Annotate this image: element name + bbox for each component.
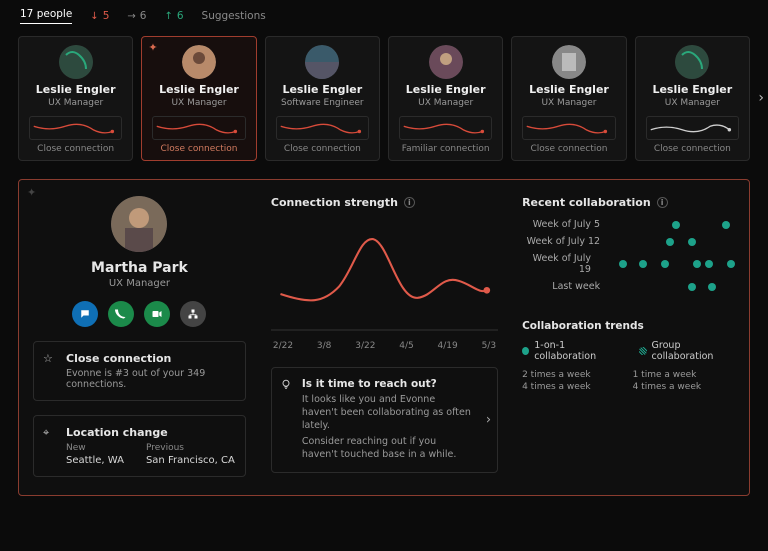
org-button[interactable] [180, 301, 206, 327]
avatar [305, 45, 339, 79]
person-name: Leslie Engler [642, 83, 743, 96]
trends-heading: Collaboration trends [522, 320, 735, 332]
person-card[interactable]: Leslie Engler UX Manager Familiar connec… [388, 36, 503, 161]
avatar [59, 45, 93, 79]
tip-title: Is it time to reach out? [302, 378, 473, 390]
info-icon[interactable]: i [404, 197, 415, 208]
person-role: Software Engineer [272, 98, 373, 108]
person-name: Leslie Engler [272, 83, 373, 96]
sparkline [29, 116, 122, 140]
person-card[interactable]: Leslie Engler Software Engineer Close co… [265, 36, 380, 161]
sparkline [399, 116, 492, 140]
recent-heading: Recent collaboration i [522, 196, 735, 209]
sparkline [646, 116, 739, 140]
tab-declining[interactable]: ↓5 [90, 10, 109, 22]
next-arrow[interactable]: › [758, 90, 764, 106]
legend-group: Group collaboration [639, 340, 735, 362]
person-name: Leslie Engler [148, 83, 249, 96]
action-buttons [72, 301, 206, 327]
tab-rising[interactable]: ↑6 [164, 10, 183, 22]
tip-next-arrow[interactable]: › [486, 413, 491, 428]
arrow-right-icon: → [127, 11, 135, 22]
legend-one: 1-on-1 collaboration [522, 340, 619, 362]
pin-icon[interactable]: ✦ [27, 186, 36, 199]
person-name: Leslie Engler [395, 83, 496, 96]
close-connection-box: ☆ Close connection Evonne is #3 out of y… [33, 341, 246, 401]
location-box: ⌖ Location change New Seattle, WA Previo… [33, 415, 246, 477]
profile-column: Martha Park UX Manager ☆ Close connectio… [19, 180, 260, 495]
location-new-v: Seattle, WA [66, 455, 124, 466]
recent-row: Week of July 19 [522, 253, 735, 275]
profile-role: UX Manager [109, 278, 170, 289]
recent-row: Last week [522, 281, 735, 292]
one-on-one-vals: 2 times a week 4 times a week [522, 368, 591, 392]
detail-panel: ✦ Martha Park UX Manager ☆ Close connect… [18, 179, 750, 496]
strength-chart [271, 217, 498, 337]
info-icon[interactable]: i [657, 197, 668, 208]
tab-people[interactable]: 17 people [20, 8, 72, 24]
avatar [182, 45, 216, 79]
person-role: UX Manager [518, 98, 619, 108]
connection-label: Close connection [148, 144, 249, 154]
arrow-down-icon: ↓ [90, 11, 98, 22]
connection-label: Familiar connection [395, 144, 496, 154]
location-title: Location change [66, 426, 235, 439]
recent-dots: Week of July 5 Week of July 12 Week of J… [522, 219, 735, 292]
avatar [675, 45, 709, 79]
tab-suggestions[interactable]: Suggestions [202, 10, 266, 22]
trends-section: Collaboration trends 1-on-1 collaboratio… [522, 320, 735, 392]
connection-label: Close connection [518, 144, 619, 154]
profile-avatar [111, 196, 167, 252]
person-role: UX Manager [395, 98, 496, 108]
video-button[interactable] [144, 301, 170, 327]
recent-column: Recent collaboration i Week of July 5 We… [508, 180, 749, 495]
arrow-up-icon: ↑ [164, 11, 172, 22]
person-card[interactable]: Leslie Engler UX Manager Close connectio… [511, 36, 626, 161]
location-icon: ⌖ [43, 426, 49, 440]
person-name: Leslie Engler [518, 83, 619, 96]
strength-heading: Connection strength i [271, 196, 498, 209]
tip-p1: It looks like you and Evonne haven't bee… [302, 394, 473, 432]
sparkline [522, 116, 615, 140]
people-row: Leslie Engler UX Manager Close connectio… [0, 30, 768, 165]
location-prev-h: Previous [146, 443, 235, 453]
bulb-icon [280, 378, 292, 393]
person-role: UX Manager [642, 98, 743, 108]
person-role: UX Manager [25, 98, 126, 108]
profile-name: Martha Park [91, 260, 188, 276]
chat-button[interactable] [72, 301, 98, 327]
filter-tabs: 17 people ↓5 →6 ↑6 Suggestions [0, 0, 768, 30]
close-title: Close connection [66, 352, 235, 365]
person-role: UX Manager [148, 98, 249, 108]
sparkle-icon: ✦ [148, 41, 157, 54]
connection-label: Close connection [25, 144, 126, 154]
reach-out-tip: Is it time to reach out? It looks like y… [271, 367, 498, 473]
person-card-selected[interactable]: ✦ Leslie Engler UX Manager Close connect… [141, 36, 256, 161]
tip-p2: Consider reaching out if you haven't tou… [302, 436, 473, 462]
person-card[interactable]: Leslie Engler UX Manager Close connectio… [635, 36, 750, 161]
recent-row: Week of July 5 [522, 219, 735, 230]
location-prev-v: San Francisco, CA [146, 455, 235, 466]
close-sub: Evonne is #3 out of your 349 connections… [66, 368, 235, 390]
connection-label: Close connection [272, 144, 373, 154]
x-axis: 2/22 3/8 3/22 4/5 4/19 5/3 [271, 341, 498, 351]
connection-label: Close connection [642, 144, 743, 154]
person-card[interactable]: Leslie Engler UX Manager Close connectio… [18, 36, 133, 161]
location-new-h: New [66, 443, 124, 453]
star-icon: ☆ [43, 352, 53, 365]
person-name: Leslie Engler [25, 83, 126, 96]
group-vals: 1 time a week 4 times a week [633, 368, 702, 392]
recent-row: Week of July 12 [522, 236, 735, 247]
avatar [552, 45, 586, 79]
tab-flat[interactable]: →6 [127, 10, 146, 22]
sparkline [152, 116, 245, 140]
strength-column: Connection strength i 2/22 3/8 3/22 4/5 … [260, 180, 508, 495]
avatar [429, 45, 463, 79]
trends-legend: 1-on-1 collaboration Group collaboration [522, 340, 735, 362]
call-button[interactable] [108, 301, 134, 327]
sparkline [276, 116, 369, 140]
